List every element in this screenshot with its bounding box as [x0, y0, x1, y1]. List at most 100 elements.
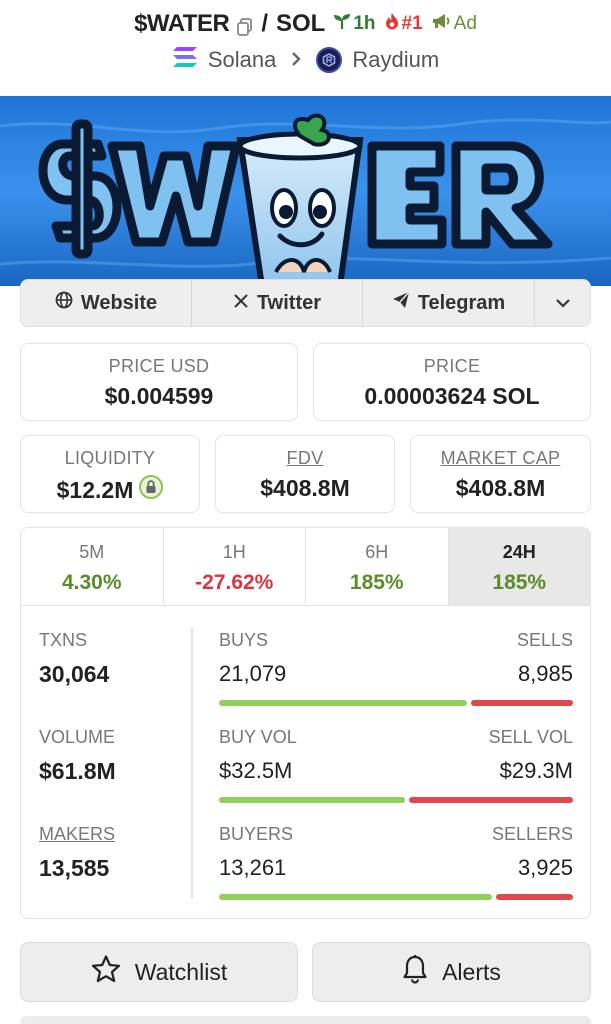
- social-links-bar: Website Twitter Telegram: [20, 279, 591, 327]
- pair-age-label: 1h: [353, 13, 376, 34]
- ad-badge[interactable]: Ad: [431, 12, 477, 36]
- raydium-icon: [316, 47, 343, 73]
- pair-age-badge: 1h: [333, 12, 376, 36]
- tab-5m[interactable]: 5M 4.30%: [21, 528, 164, 605]
- sellers-label: SELLERS: [491, 824, 573, 844]
- website-label: Website: [80, 291, 158, 314]
- x-logo-icon: [233, 292, 249, 315]
- buys-bar-fill: [219, 700, 468, 706]
- trending-rank-label: #1: [401, 13, 423, 34]
- buy-vol-bar-fill: [219, 797, 406, 803]
- tab-1h-change: -27.62%: [195, 571, 274, 594]
- makers-bar: [219, 894, 573, 900]
- buys-label: BUYS: [219, 630, 269, 650]
- chain-link[interactable]: Solana: [208, 47, 277, 73]
- star-icon: [91, 954, 121, 990]
- tab-24h[interactable]: 24H 185%: [448, 528, 590, 605]
- sell-vol-bar-fill: [409, 797, 573, 803]
- volume-value: $61.8M: [39, 758, 116, 784]
- solana-icon: [172, 46, 198, 74]
- tab-6h-label: 6H: [365, 542, 389, 562]
- buy-vol-value: $32.5M: [219, 758, 293, 783]
- fdv-card[interactable]: FDV $408.8M: [215, 435, 395, 513]
- alerts-label: Alerts: [442, 958, 501, 985]
- market-cap-value: $408.8M: [455, 475, 546, 501]
- tab-5m-change: 4.30%: [61, 571, 122, 594]
- liquidity-label: LIQUIDITY: [64, 448, 156, 468]
- copy-icon[interactable]: [237, 15, 253, 36]
- market-cap-card[interactable]: MARKET CAP $408.8M: [410, 435, 591, 513]
- more-links-button[interactable]: [535, 280, 590, 326]
- sells-label: SELLS: [516, 630, 573, 650]
- price-usd-label: PRICE USD: [108, 356, 210, 376]
- liquidity-row: $12.2M: [21, 475, 199, 505]
- stats-grid: TXNS 30,064 BUYS SELLS 21,079 8,985 VOLU…: [21, 606, 590, 918]
- telegram-button[interactable]: Telegram: [363, 280, 535, 326]
- token-banner: [0, 96, 611, 286]
- breadcrumb: Solana Raydium: [0, 46, 611, 74]
- pair-title: $WATER / SOL 1h #1 Ad: [0, 10, 611, 38]
- liquidity-card: LIQUIDITY $12.2M: [20, 435, 200, 513]
- twitter-button[interactable]: Twitter: [192, 280, 363, 326]
- timeframe-tabs: 5M 4.30% 1H -27.62% 6H 185% 24H 185%: [21, 528, 590, 606]
- ad-label: Ad: [453, 13, 477, 34]
- dex-link[interactable]: Raydium: [352, 47, 439, 73]
- next-section-edge: [20, 1016, 591, 1024]
- megaphone-icon: [431, 12, 451, 36]
- trading-stats-panel: 5M 4.30% 1H -27.62% 6H 185% 24H 185% TXN…: [20, 527, 591, 919]
- txns-value: 30,064: [39, 661, 110, 687]
- sellers-bar-fill: [496, 894, 573, 900]
- tab-1h[interactable]: 1H -27.62%: [164, 528, 306, 605]
- volume-label: VOLUME: [39, 727, 116, 747]
- paper-plane-icon: [392, 291, 410, 315]
- buyers-value: 13,261: [219, 855, 287, 880]
- liquidity-value: $12.2M: [56, 476, 134, 503]
- pair-separator: /: [261, 10, 268, 37]
- quote-symbol: SOL: [275, 10, 326, 37]
- volume-row: VOLUME $61.8M BUY VOL SELL VOL $32.5M $2…: [21, 727, 590, 817]
- market-cap-label[interactable]: MARKET CAP: [411, 448, 590, 469]
- chevron-down-icon: [555, 292, 571, 315]
- bell-icon: [402, 954, 428, 990]
- price-native-label: PRICE: [423, 356, 481, 376]
- banner-artwork: [0, 96, 611, 286]
- buy-vol-label: BUY VOL: [219, 727, 297, 747]
- sellers-value: 3,925: [517, 855, 573, 880]
- tab-6h[interactable]: 6H 185%: [306, 528, 449, 605]
- tab-24h-change: 185%: [492, 571, 547, 594]
- website-button[interactable]: Website: [21, 280, 192, 326]
- buyers-bar-fill: [219, 894, 493, 900]
- tab-1h-label: 1H: [222, 542, 246, 562]
- price-native-value: 0.00003624 SOL: [364, 383, 540, 409]
- seedling-icon: [333, 12, 351, 36]
- price-usd-card: PRICE USD $0.004599: [20, 343, 298, 421]
- twitter-label: Twitter: [256, 291, 322, 314]
- txns-row: TXNS 30,064 BUYS SELLS 21,079 8,985: [21, 630, 590, 720]
- fdv-label[interactable]: FDV: [216, 448, 394, 469]
- trending-rank-badge[interactable]: #1: [384, 12, 423, 36]
- price-native-card: PRICE 0.00003624 SOL: [313, 343, 591, 421]
- flame-icon: [384, 12, 400, 36]
- chevron-right-icon: [290, 47, 302, 73]
- volume-bar: [219, 797, 573, 803]
- buyers-label: BUYERS: [219, 824, 294, 844]
- sells-value: 8,985: [517, 661, 573, 686]
- watchlist-button[interactable]: Watchlist: [20, 942, 298, 1002]
- sell-vol-value: $29.3M: [499, 758, 573, 783]
- lock-icon[interactable]: [139, 475, 164, 505]
- tab-5m-label: 5M: [79, 542, 105, 562]
- txns-label: TXNS: [39, 630, 88, 650]
- telegram-label: Telegram: [417, 291, 506, 314]
- buys-sells-bar: [219, 700, 573, 706]
- tab-6h-change: 185%: [349, 571, 404, 594]
- watchlist-label: Watchlist: [134, 958, 228, 985]
- tab-24h-label: 24H: [502, 542, 536, 562]
- buys-value: 21,079: [219, 661, 287, 686]
- alerts-button[interactable]: Alerts: [312, 942, 591, 1002]
- price-usd-value: $0.004599: [104, 383, 214, 409]
- token-symbol: $WATER: [134, 10, 230, 37]
- makers-row: MAKERS 13,585 BUYERS SELLERS 13,261 3,92…: [21, 824, 590, 914]
- makers-label[interactable]: MAKERS: [39, 824, 115, 845]
- globe-icon: [55, 291, 73, 315]
- makers-value: 13,585: [39, 855, 110, 881]
